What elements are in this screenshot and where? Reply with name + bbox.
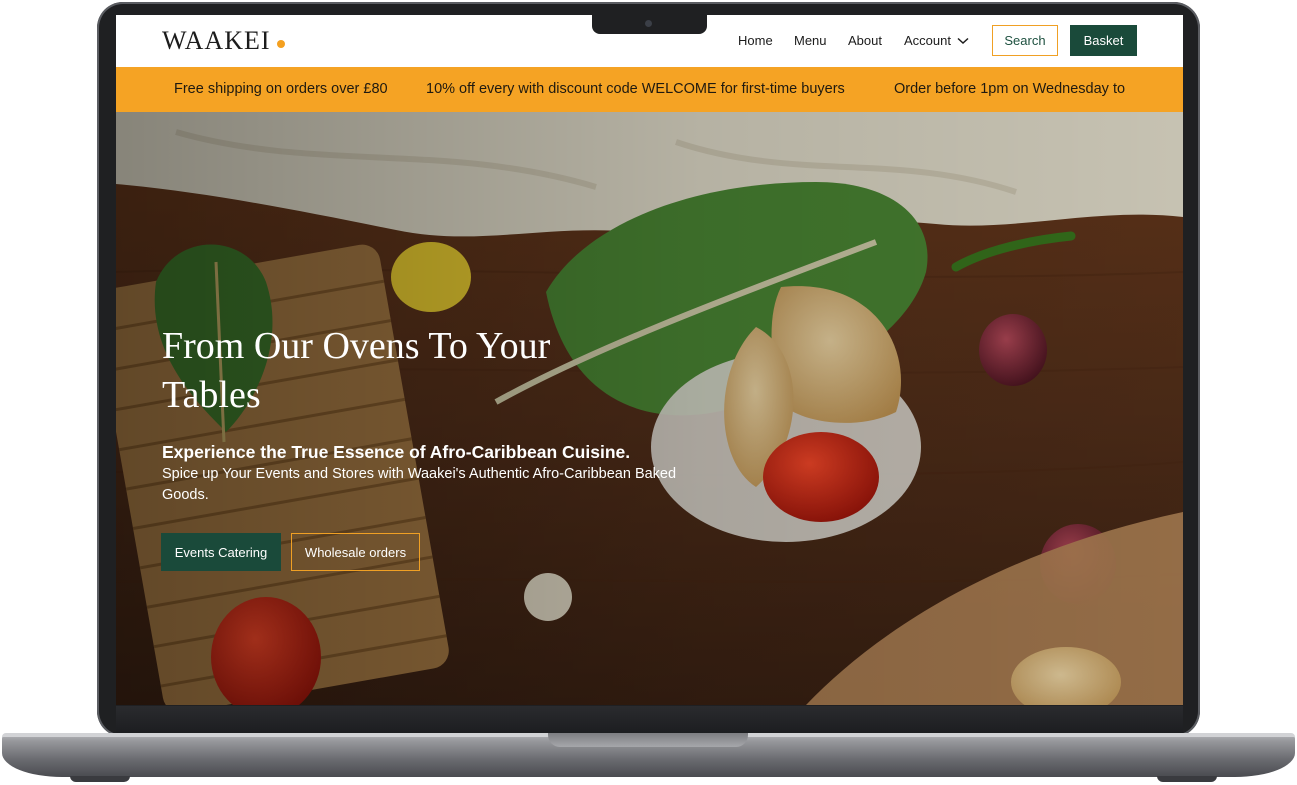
hero-description: Spice up Your Events and Stores with Waa…: [162, 466, 677, 503]
nav-account[interactable]: Account: [904, 33, 969, 48]
hero-subtitle: Experience the True Essence of Afro-Cari…: [162, 442, 631, 462]
basket-button[interactable]: Basket: [1070, 25, 1137, 56]
nav-menu[interactable]: Menu: [794, 33, 827, 48]
logo-dot: [277, 40, 285, 48]
hero-title: From Our Ovens To Your Tables: [162, 325, 551, 416]
promo-message: Free shipping on orders over £80: [174, 81, 388, 97]
chevron-down-icon: [957, 37, 969, 44]
nav-home[interactable]: Home: [738, 33, 773, 48]
camera-icon: [645, 20, 652, 27]
nav-about[interactable]: About: [848, 33, 882, 48]
laptop-foot: [70, 776, 130, 782]
promo-message: Order before 1pm on Wednesday to: [894, 81, 1126, 97]
wholesale-orders-button[interactable]: Wholesale orders: [291, 533, 420, 571]
brand-logo[interactable]: WAAKEI: [162, 26, 271, 56]
camera-notch: [592, 15, 707, 34]
promo-message: 10% off every with discount code WELCOME…: [426, 81, 845, 97]
nav-account-label: Account: [904, 33, 951, 48]
search-button[interactable]: Search: [992, 25, 1058, 56]
hero-section: From Our Ovens To Your Tables Experience…: [116, 112, 1183, 705]
laptop-chin: [116, 706, 1183, 734]
events-catering-button[interactable]: Events Catering: [161, 533, 281, 571]
laptop-hinge: [548, 733, 748, 747]
screen: WAAKEI Home Menu About Account Search Ba…: [116, 15, 1183, 705]
promo-bar: Free shipping on orders over £80 10% off…: [116, 67, 1183, 112]
laptop-foot: [1157, 776, 1217, 782]
